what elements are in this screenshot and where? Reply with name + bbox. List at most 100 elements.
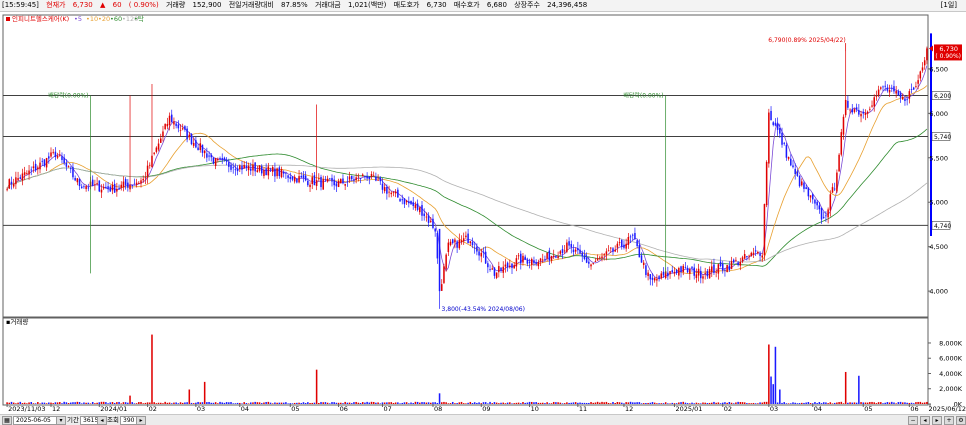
volume-bar <box>763 401 766 404</box>
candle-body <box>653 278 656 281</box>
candle-body <box>118 187 120 189</box>
price-legend: 인피니트헬스케어(K) <box>12 14 69 23</box>
candle-body <box>113 183 116 193</box>
volume-bar <box>610 403 612 404</box>
x-tick-label: 02 <box>149 405 157 413</box>
volume-bar <box>454 403 456 404</box>
candle-body <box>743 254 746 259</box>
volume-bar <box>423 402 425 404</box>
volume-bar <box>225 402 228 404</box>
candle-body <box>157 143 160 150</box>
candle-body <box>67 166 70 168</box>
volume-bar <box>605 401 608 404</box>
candle-body <box>866 111 869 114</box>
prev-vol-ratio: 87.85% <box>281 1 308 9</box>
volume-bar <box>434 402 436 404</box>
volume-bar <box>719 403 722 404</box>
volume-bar <box>72 402 74 404</box>
volume-bar <box>155 403 158 404</box>
volume-bar <box>638 402 641 404</box>
candle-body <box>21 173 24 181</box>
x-tick-label: 07 <box>383 405 391 413</box>
x-tick-label: 12 <box>625 405 633 413</box>
current-price-tag: 6,730 <box>939 45 958 53</box>
candle-body <box>69 168 72 170</box>
candle-body <box>364 176 366 177</box>
volume-bar <box>271 403 274 404</box>
volume-bar <box>541 402 544 404</box>
volume-bar <box>10 401 13 404</box>
candle-body <box>487 263 489 268</box>
candle-body <box>52 151 54 153</box>
volume-bar <box>34 403 37 404</box>
candle-body <box>809 195 812 198</box>
volume-bar <box>680 402 682 404</box>
candle-body <box>544 258 546 260</box>
candle-body <box>304 175 307 181</box>
candle-body <box>640 255 643 263</box>
volume-bar <box>858 375 860 404</box>
candle-body <box>719 261 722 267</box>
candle-body <box>776 123 779 130</box>
volume-bar <box>689 403 691 404</box>
candle-body <box>445 254 447 269</box>
x-tick-label: 03 <box>770 405 778 413</box>
candle-body <box>541 259 544 261</box>
candle-body <box>686 267 689 273</box>
volume-bar <box>801 402 803 404</box>
volume-bar <box>83 402 85 404</box>
candle-body <box>596 258 599 261</box>
candle-body <box>85 186 87 190</box>
volume-bar <box>781 402 783 404</box>
candle-body <box>682 265 684 273</box>
stock-chart[interactable]: 6,200 5,740 4,740 4,000 4,500 5,000 5,500 6,000… <box>0 12 966 413</box>
candle-body <box>392 191 395 193</box>
volume-bar <box>577 402 579 404</box>
candle-body <box>344 184 346 186</box>
volume-bar <box>596 401 599 404</box>
volume-bar <box>599 402 601 404</box>
volume-bar <box>375 402 377 404</box>
period-toggle[interactable]: [1일] <box>941 0 957 11</box>
candle-body <box>781 132 783 145</box>
ma-legend-item: •20 <box>98 15 110 23</box>
candle-body <box>491 268 494 270</box>
volume-bar <box>807 402 810 404</box>
candle-body <box>54 151 57 158</box>
volume-bar <box>359 403 362 404</box>
volume-bar <box>754 403 757 404</box>
volume-bar <box>451 401 454 404</box>
volume-bar <box>304 403 307 404</box>
volume-bar <box>855 402 858 404</box>
volume-bar <box>697 403 700 404</box>
candle-body <box>241 165 243 170</box>
candle-body <box>818 205 821 210</box>
volume-bar <box>247 403 250 404</box>
volume-bar <box>548 403 551 404</box>
volume-bar <box>919 401 922 404</box>
volume-bar <box>614 402 616 404</box>
volume-bar <box>28 402 30 404</box>
candle-body <box>460 240 463 243</box>
x-tick-label: 05 <box>864 405 872 413</box>
candle-body <box>164 123 166 130</box>
volume-bar <box>32 403 35 404</box>
volume-bar <box>713 401 715 404</box>
volume-bar <box>12 402 15 404</box>
candle-body <box>465 235 467 238</box>
volume-bar <box>335 402 338 404</box>
candle-body <box>45 157 48 168</box>
candle-body <box>320 176 322 188</box>
price-change-pct: ( 0.90%) <box>128 1 159 9</box>
candle-body <box>636 240 638 247</box>
candle-body <box>94 184 96 186</box>
volume-bar <box>884 402 886 404</box>
candle-body <box>858 109 860 115</box>
volume-bar <box>267 401 270 404</box>
candle-body <box>864 113 867 115</box>
ma-legend-item: •5 <box>74 15 82 23</box>
volume-bar <box>585 402 588 404</box>
volume-bar <box>133 403 136 404</box>
candle-body <box>631 234 634 236</box>
volume-bar <box>392 402 395 404</box>
